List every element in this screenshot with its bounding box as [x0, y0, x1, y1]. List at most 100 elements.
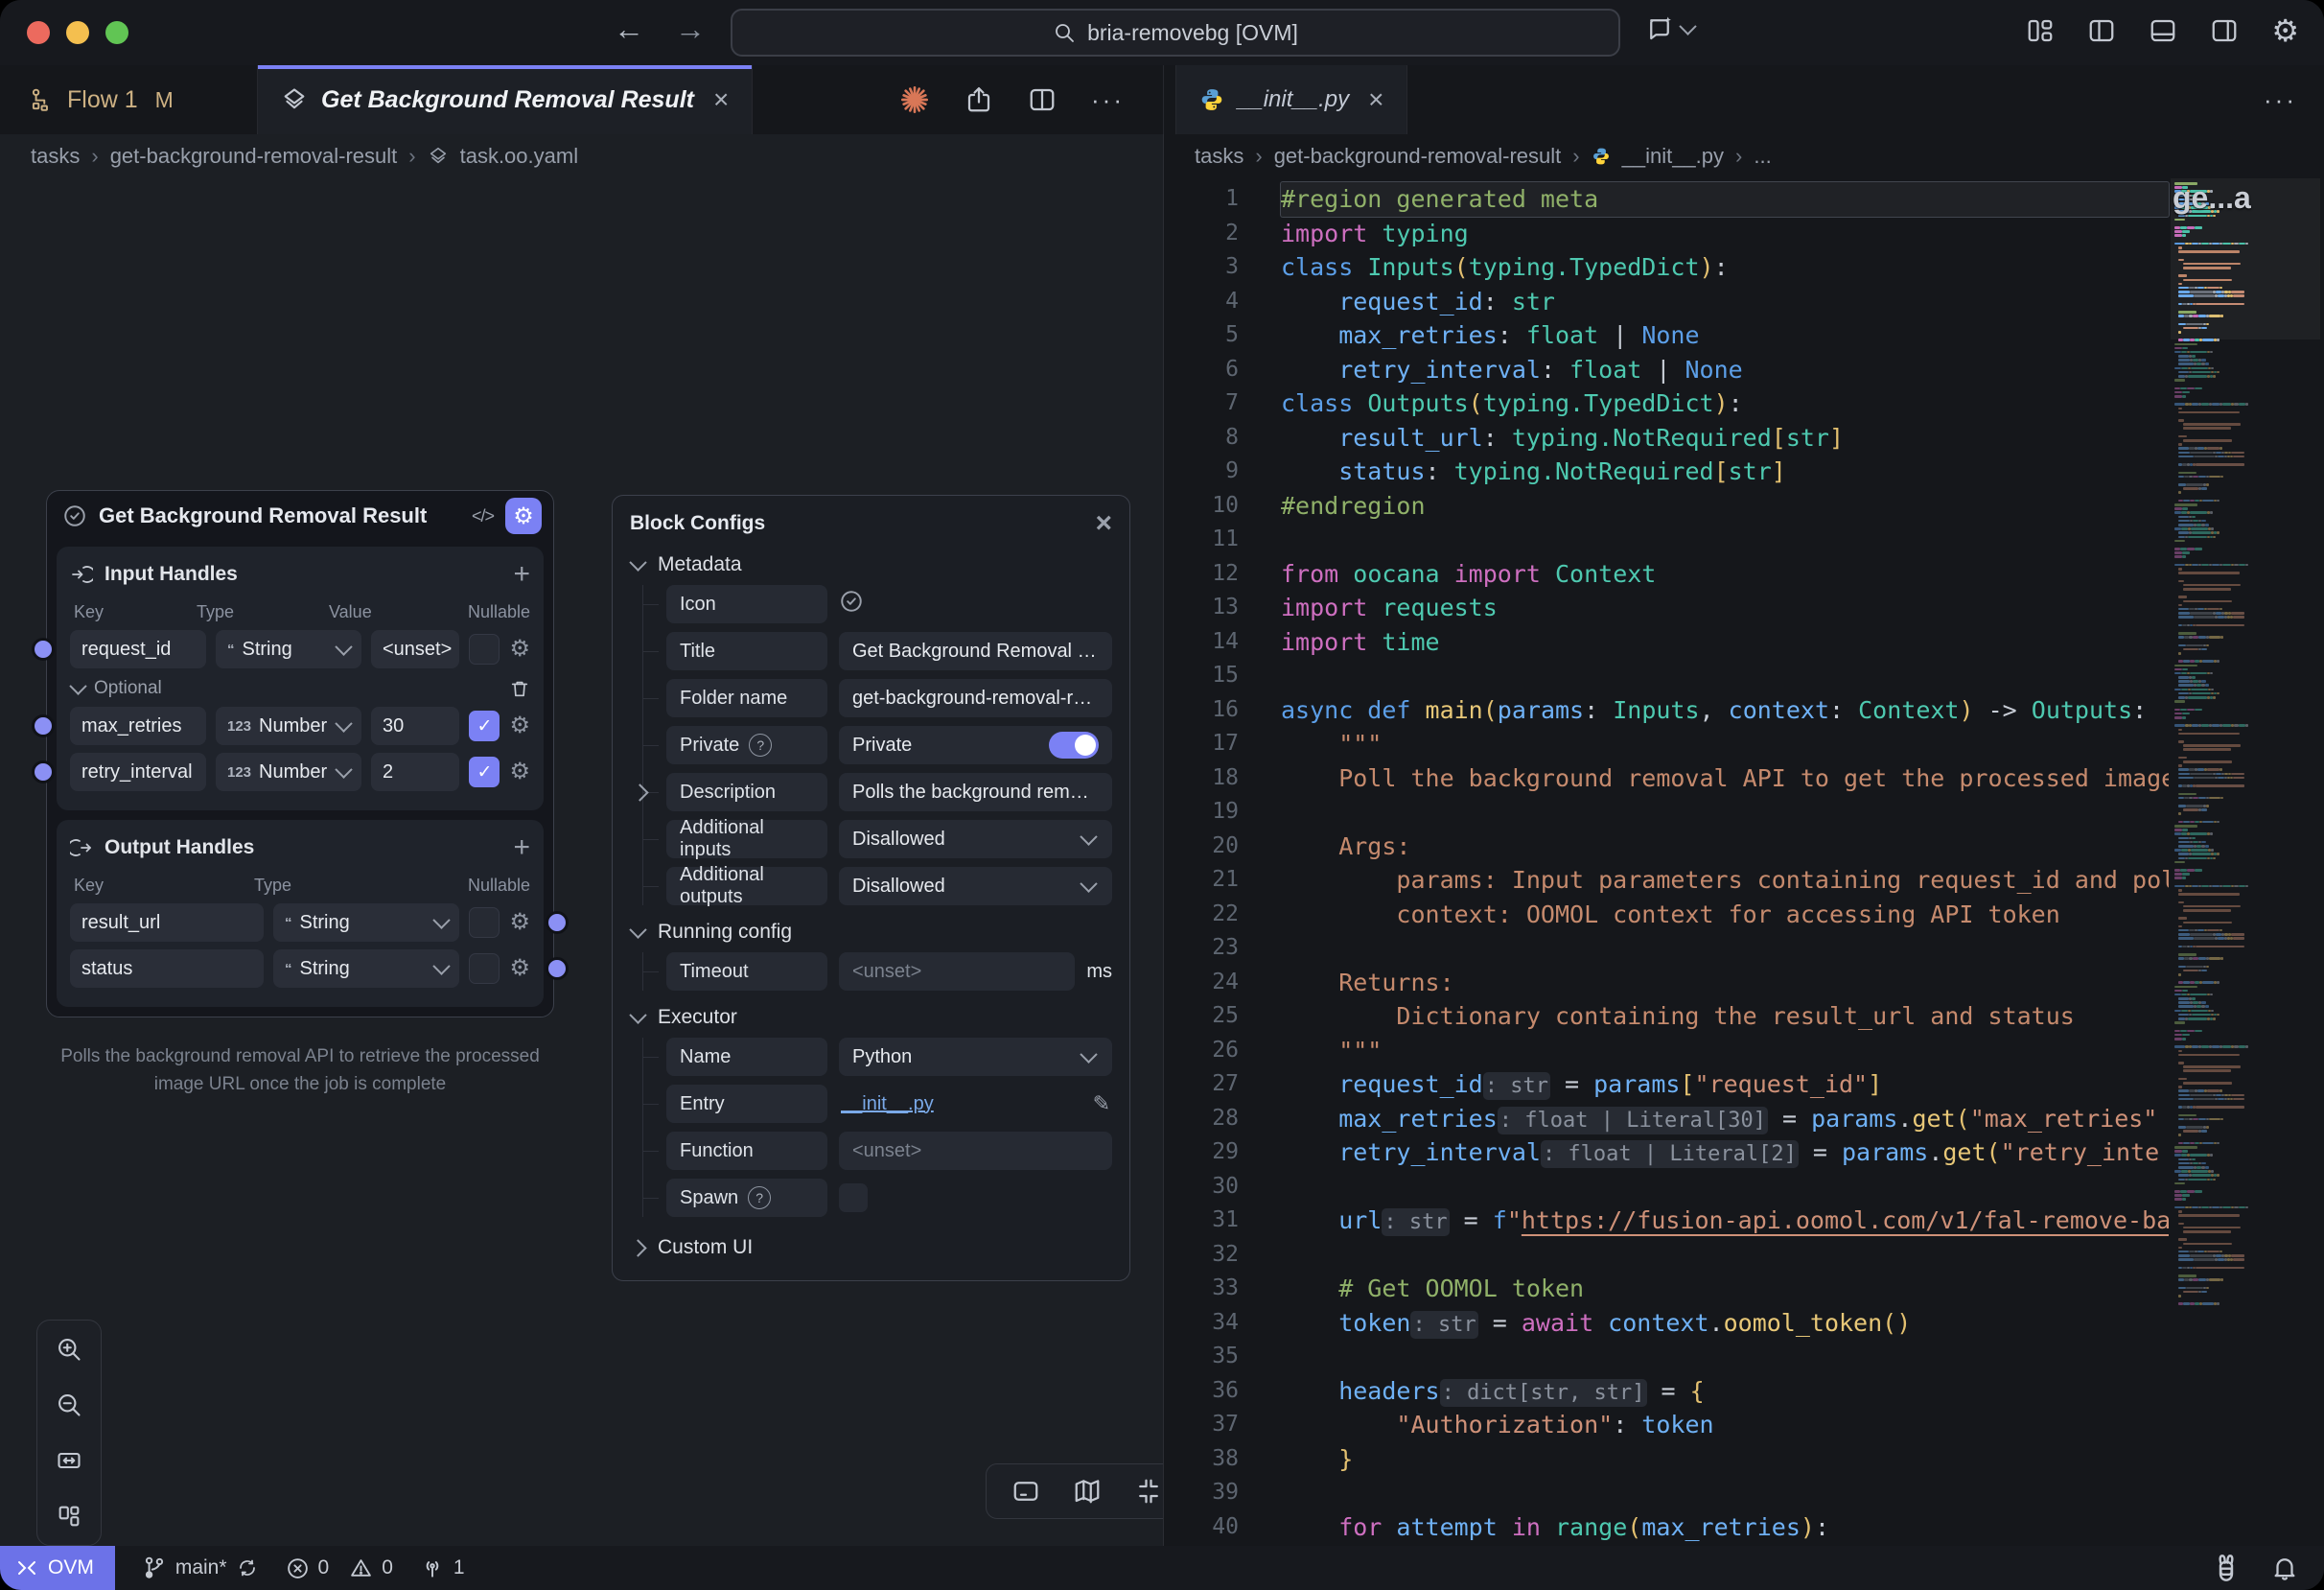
breadcrumb-item[interactable]: get-background-removal-result [110, 144, 398, 169]
additional-inputs-select[interactable]: Disallowed [839, 820, 1112, 858]
code-line[interactable]: 37 "Authorization": token [1164, 1408, 2169, 1442]
assistant-mascot-icon[interactable] [2211, 1553, 2242, 1583]
code-lines[interactable]: 1#region generated meta2import typing3cl… [1164, 182, 2169, 1544]
code-line[interactable]: 35 [1164, 1340, 2169, 1374]
nullable-checkbox-checked[interactable]: ✓ [469, 757, 500, 787]
key-field[interactable]: retry_interval [70, 753, 206, 791]
additional-outputs-select[interactable]: Disallowed [839, 867, 1112, 905]
code-line[interactable]: 16async def main(params: Inputs, context… [1164, 693, 2169, 728]
code-line[interactable]: 12from oocana import Context [1164, 557, 2169, 592]
close-panel-icon[interactable]: × [1095, 509, 1112, 538]
auto-layout-icon[interactable] [56, 1503, 82, 1530]
chat-toggle-button[interactable] [1645, 14, 1694, 43]
code-line[interactable]: 15 [1164, 659, 2169, 693]
input-handle-dot[interactable] [32, 714, 55, 737]
code-line[interactable]: 9 status: typing.NotRequired[str] [1164, 455, 2169, 489]
minimap-toggle-icon[interactable] [1073, 1477, 1102, 1506]
fit-view-icon[interactable] [56, 1447, 82, 1474]
add-input-button[interactable]: + [513, 558, 530, 591]
code-line[interactable]: 18 Poll the background removal API to ge… [1164, 761, 2169, 796]
nullable-checkbox[interactable] [469, 634, 500, 665]
editor-overflow-icon[interactable]: ··· [2264, 85, 2297, 115]
code-line[interactable]: 2import typing [1164, 217, 2169, 251]
description-input[interactable]: Polls the background removal API ... [839, 773, 1112, 811]
add-output-button[interactable]: + [513, 831, 530, 864]
problems-indicator[interactable]: 0 0 [286, 1556, 393, 1580]
close-tab-icon[interactable]: × [713, 86, 729, 113]
code-line[interactable]: 17 """ [1164, 727, 2169, 761]
ports-indicator[interactable]: 1 [420, 1555, 465, 1580]
type-select[interactable]: 123 Number [216, 753, 361, 791]
maximize-window-button[interactable] [105, 21, 128, 44]
key-field[interactable]: max_retries [70, 707, 206, 745]
code-line[interactable]: 6 retry_interval: float | None [1164, 353, 2169, 387]
run-sparkle-icon[interactable] [899, 84, 930, 115]
key-field[interactable]: request_id [70, 630, 206, 668]
breadcrumb-item[interactable]: tasks [1195, 144, 1243, 169]
input-handle-dot[interactable] [32, 638, 55, 661]
code-line[interactable]: 4 request_id: str [1164, 285, 2169, 319]
settings-gear-icon[interactable]: ⚙ [2271, 15, 2299, 46]
branch-indicator[interactable]: main* [142, 1555, 259, 1580]
code-line[interactable]: 24 Returns: [1164, 966, 2169, 1000]
value-field[interactable]: <unset> [371, 630, 459, 668]
code-line[interactable]: 39 [1164, 1476, 2169, 1510]
close-window-button[interactable] [27, 21, 50, 44]
row-gear-icon[interactable]: ⚙ [509, 957, 530, 980]
search-input[interactable]: bria-removebg [OVM] [731, 9, 1620, 57]
value-field[interactable]: 2 [371, 753, 459, 791]
type-select[interactable]: 123 Number [216, 707, 361, 745]
collapse-icon[interactable] [1134, 1477, 1163, 1506]
row-gear-icon[interactable]: ⚙ [509, 714, 530, 737]
entry-file-link[interactable]: __init__.py [841, 1093, 934, 1115]
code-icon[interactable]: </> [472, 506, 494, 526]
edit-pencil-icon[interactable]: ✎ [1093, 1091, 1110, 1116]
forward-icon[interactable]: → [675, 12, 706, 47]
code-line[interactable]: 32 [1164, 1238, 2169, 1273]
breadcrumb-item[interactable]: task.oo.yaml [460, 144, 579, 169]
minimize-window-button[interactable] [66, 21, 89, 44]
breadcrumb-item[interactable]: tasks [31, 144, 80, 169]
code-line[interactable]: 13import requests [1164, 591, 2169, 625]
key-field[interactable]: result_url [70, 903, 264, 942]
code-line[interactable]: 29 retry_interval: float | Literal[2] = … [1164, 1135, 2169, 1170]
tab-get-background-removal-result[interactable]: Get Background Removal Result × [257, 65, 753, 134]
type-select[interactable]: “ String [216, 630, 361, 668]
panel-left-icon[interactable] [2087, 16, 2116, 45]
output-handle-dot[interactable] [546, 957, 569, 980]
code-line[interactable]: 8 result_url: typing.NotRequired[str] [1164, 421, 2169, 456]
icon-preview[interactable] [839, 589, 864, 620]
breadcrumb-item[interactable]: ... [1754, 144, 1771, 169]
code-line[interactable]: 5 max_retries: float | None [1164, 318, 2169, 353]
row-gear-icon[interactable]: ⚙ [509, 638, 530, 661]
key-field[interactable]: status [70, 949, 264, 988]
code-line[interactable]: 3class Inputs(typing.TypedDict): [1164, 250, 2169, 285]
code-line[interactable]: 30 [1164, 1170, 2169, 1204]
private-toggle[interactable] [1049, 732, 1099, 759]
timeout-input[interactable]: <unset> [839, 952, 1075, 991]
node-card[interactable]: Get Background Removal Result </> ⚙ Inpu… [46, 490, 554, 1017]
tab-flow-1[interactable]: Flow 1 M [0, 65, 257, 134]
code-line[interactable]: 26 """ [1164, 1034, 2169, 1068]
code-line[interactable]: 23 [1164, 931, 2169, 966]
type-select[interactable]: “ String [273, 949, 459, 988]
code-editor[interactable]: 1#region generated meta2import typing3cl… [1164, 178, 2324, 1546]
row-gear-icon[interactable]: ⚙ [509, 911, 530, 934]
console-icon[interactable] [1011, 1477, 1040, 1506]
executor-name-select[interactable]: Python [839, 1038, 1112, 1076]
code-line[interactable]: 14import time [1164, 625, 2169, 660]
remote-indicator[interactable]: OVM [0, 1546, 115, 1590]
layout-grid-icon[interactable] [2026, 16, 2055, 45]
value-field[interactable]: 30 [371, 707, 459, 745]
code-line[interactable]: 11 [1164, 523, 2169, 557]
zoom-in-icon[interactable] [56, 1336, 82, 1363]
back-icon[interactable]: ← [614, 12, 644, 47]
code-line[interactable]: 33 # Get OOMOL token [1164, 1272, 2169, 1306]
code-line[interactable]: 25 Dictionary containing the result_url … [1164, 999, 2169, 1034]
type-select[interactable]: “ String [273, 903, 459, 942]
code-line[interactable]: 7class Outputs(typing.TypedDict): [1164, 386, 2169, 421]
section-running-config[interactable]: Running config [632, 921, 1112, 944]
more-actions-icon[interactable]: ··· [1091, 85, 1125, 115]
row-gear-icon[interactable]: ⚙ [509, 760, 530, 783]
help-icon[interactable]: ? [748, 1186, 771, 1209]
